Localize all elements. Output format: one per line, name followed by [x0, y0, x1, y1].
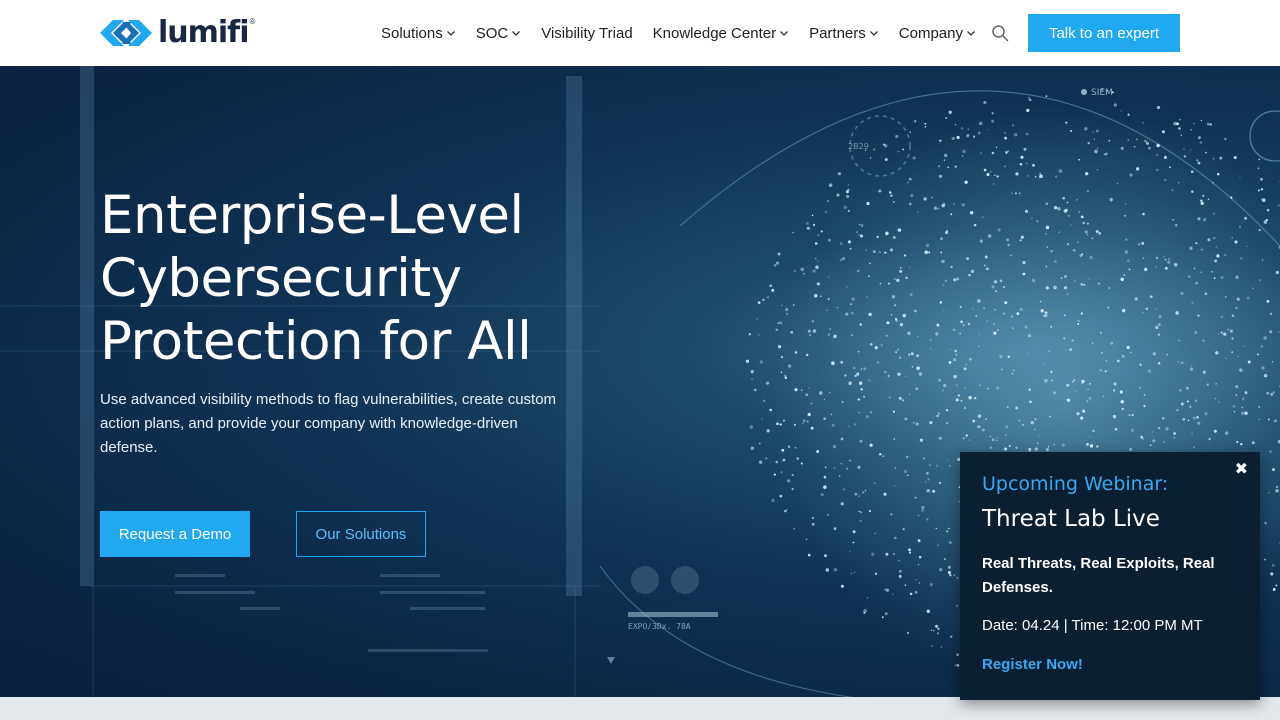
nav-item-company[interactable]: Company	[899, 25, 976, 42]
logo-wordmark: lumifi	[158, 15, 250, 50]
main-nav: Solutions SOC Visibility Triad Knowledge Ce…	[381, 22, 996, 44]
nav-item-label: Solutions	[381, 24, 443, 42]
nav-item-label: Knowledge Center	[652, 24, 777, 42]
register-now-link[interactable]: Register Now!	[982, 656, 1083, 673]
chevron-down-icon	[446, 31, 455, 36]
nav-item-partners[interactable]: Partners	[809, 25, 879, 42]
nav-item-soc[interactable]: SOC	[476, 25, 522, 42]
our-solutions-button[interactable]: Our Solutions	[296, 511, 426, 557]
hero-description: Use advanced visibility methods to flag …	[100, 391, 557, 456]
code-label: 2B29	[848, 142, 869, 151]
lumifi-logo[interactable]: lumifi ®	[100, 17, 255, 49]
webinar-subtitle: Real Threats, Real Exploits, Real Defens…	[982, 555, 1215, 596]
site-header: lumifi ® Solutions SOC Visibility Triad Know…	[0, 0, 1280, 66]
hero-title-line: Cybersecurity	[100, 248, 462, 309]
hero-title: Enterprise-Level Cybersecurity Protection …	[100, 184, 620, 373]
nav-item-label: Partners	[809, 24, 866, 42]
webinar-label: Upcoming Webinar:	[982, 473, 1169, 495]
chevron-down-icon	[780, 31, 789, 36]
nav-item-label: Visibility Triad	[541, 24, 633, 42]
nav-item-visibility-triad[interactable]: Visibility Triad	[541, 25, 632, 42]
chevron-down-icon	[967, 31, 975, 36]
nav-item-solutions[interactable]: Solutions	[381, 25, 456, 42]
chevron-down-icon	[869, 31, 878, 36]
nav-item-label: Company	[898, 24, 963, 42]
siem-label: SIEM	[1091, 88, 1113, 98]
search-icon[interactable]	[991, 24, 1009, 42]
logo-mark-icon	[100, 20, 152, 46]
request-demo-button[interactable]: Request a Demo	[100, 511, 250, 557]
talk-to-expert-button[interactable]: Talk to an expert	[1028, 14, 1180, 52]
webinar-title: Threat Lab Live	[982, 506, 1160, 532]
hero-title-line: Enterprise-Level	[100, 185, 524, 246]
webinar-date-time: Date: 04.24 | Time: 12:00 PM MT	[982, 617, 1203, 634]
hero-title-line: Protection for All	[100, 311, 532, 372]
webinar-popup: ✖ Upcoming Webinar: Threat Lab Live Real…	[960, 452, 1260, 700]
close-icon[interactable]: ✖	[1235, 461, 1248, 479]
registered-mark: ®	[249, 16, 256, 26]
nav-item-knowledge-center[interactable]: Knowledge Center	[653, 25, 789, 42]
expo-label: EXPO/3Dx. 78A	[628, 622, 691, 631]
nav-item-label: SOC	[475, 24, 509, 42]
chevron-down-icon	[512, 31, 521, 36]
